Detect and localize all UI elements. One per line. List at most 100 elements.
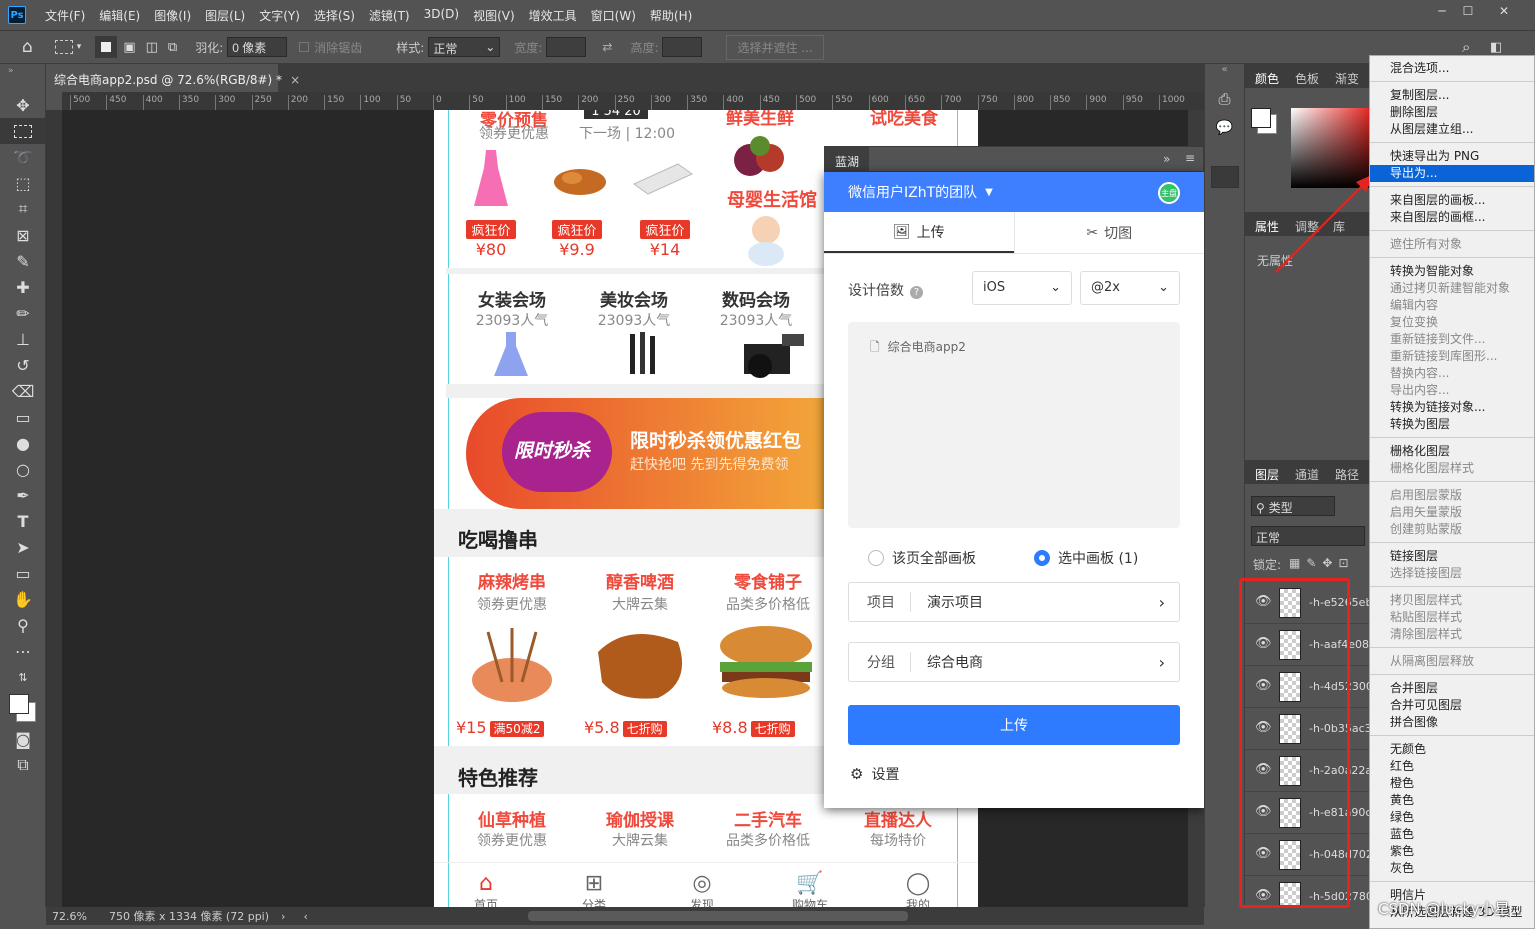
panel-menu-icon[interactable]: ≡ bbox=[1185, 151, 1195, 165]
collapse-icon[interactable]: « bbox=[1205, 64, 1244, 84]
lasso-tool-icon[interactable]: ➰ bbox=[0, 144, 46, 170]
context-menu-item[interactable]: 转换为智能对象 bbox=[1370, 263, 1534, 280]
context-menu-item[interactable]: 红色 bbox=[1370, 758, 1534, 775]
minimize-icon[interactable]: ─ bbox=[1432, 4, 1452, 20]
flash-sale-banner[interactable]: 限时秒杀 限时秒杀领优惠红包 赶快抢吧 先到先得免费领 bbox=[466, 398, 866, 509]
color-swatches[interactable] bbox=[0, 690, 46, 726]
context-menu-item[interactable]: 拼合图像 bbox=[1370, 714, 1534, 731]
food-title[interactable]: 零食铺子 bbox=[710, 568, 826, 593]
menu-item[interactable]: 选择(S) bbox=[307, 7, 362, 24]
scroll-left-icon[interactable]: ‹ bbox=[303, 910, 307, 923]
marquee-tool-icon[interactable] bbox=[0, 118, 46, 144]
group-selector[interactable]: 分组 综合电商 › bbox=[848, 642, 1180, 682]
collapse-icon[interactable]: » bbox=[0, 64, 45, 92]
menu-item[interactable]: 编辑(E) bbox=[92, 7, 147, 24]
context-menu-item[interactable]: 转换为图层 bbox=[1370, 416, 1534, 433]
menu-item[interactable]: 图像(I) bbox=[147, 7, 198, 24]
rec-title[interactable]: 直播达人 bbox=[838, 806, 958, 831]
menu-item[interactable]: 增效工具 bbox=[522, 7, 584, 24]
team-selector[interactable]: 微信用户IZhT的团队 ▼ 主盘 bbox=[824, 172, 1204, 212]
pen-tool-icon[interactable]: ✒ bbox=[0, 482, 46, 508]
intersect-selection-icon[interactable]: ⧉ bbox=[168, 40, 177, 55]
eyedropper-tool-icon[interactable]: ✎ bbox=[0, 248, 46, 274]
context-menu-item[interactable]: 紫色 bbox=[1370, 843, 1534, 860]
menu-item[interactable]: 文件(F) bbox=[38, 7, 92, 24]
file-item[interactable]: 🗋 综合电商app2 bbox=[870, 338, 966, 359]
feather-input[interactable] bbox=[227, 37, 288, 57]
tab-swatches[interactable]: 色板 bbox=[1295, 70, 1319, 87]
context-menu-item[interactable]: 黄色 bbox=[1370, 792, 1534, 809]
plugin-tab[interactable]: 蓝湖 bbox=[825, 147, 870, 173]
rectangle-tool-icon[interactable]: ▭ bbox=[0, 560, 46, 586]
context-menu-item[interactable]: 灰色 bbox=[1370, 860, 1534, 877]
nav-item[interactable]: 🛒 购物车 bbox=[780, 871, 840, 907]
width-input[interactable] bbox=[546, 37, 587, 57]
swap-icon[interactable]: ⇄ bbox=[602, 40, 612, 54]
menu-item[interactable]: 3D(D) bbox=[417, 7, 466, 24]
tab-color[interactable]: 颜色 bbox=[1255, 70, 1279, 87]
food-title[interactable]: 麻辣烤串 bbox=[454, 568, 570, 593]
height-input[interactable] bbox=[662, 37, 703, 57]
history-icon[interactable]: ⎙ bbox=[1205, 90, 1244, 108]
tab-gradient[interactable]: 渐变 bbox=[1335, 70, 1359, 87]
context-menu-item[interactable]: 转换为链接对象... bbox=[1370, 399, 1534, 416]
status-arrow-icon[interactable]: › bbox=[281, 910, 285, 923]
marquee-tool-icon[interactable] bbox=[54, 40, 73, 54]
layer-filter-select[interactable]: ⚲ 类型 bbox=[1251, 496, 1335, 516]
path-select-icon[interactable]: ➤ bbox=[0, 534, 46, 560]
close-tab-icon[interactable]: × bbox=[290, 73, 300, 87]
search-icon[interactable]: ⌕ bbox=[1462, 38, 1470, 56]
upload-button[interactable]: 上传 bbox=[848, 705, 1180, 745]
maximize-icon[interactable]: ☐ bbox=[1458, 4, 1478, 20]
menu-item[interactable]: 帮助(H) bbox=[643, 7, 699, 24]
panel-icon[interactable] bbox=[1211, 166, 1239, 188]
venue-title[interactable]: 数码会场 bbox=[696, 286, 816, 311]
context-menu-item[interactable]: 从图层建立组... bbox=[1370, 121, 1534, 138]
context-menu-item[interactable]: 导出为... bbox=[1370, 165, 1534, 182]
swap-colors-icon[interactable]: ⇅ bbox=[0, 664, 46, 690]
horizontal-scrollbar[interactable] bbox=[527, 911, 908, 921]
chevron-down-icon[interactable]: ▾ bbox=[77, 42, 82, 52]
food-title[interactable]: 醇香啤酒 bbox=[582, 568, 698, 593]
zoom-level[interactable]: 72.6% bbox=[52, 910, 87, 923]
frame-tool-icon[interactable]: ⊠ bbox=[0, 222, 46, 248]
quick-mask-icon[interactable]: ◙ bbox=[0, 726, 46, 752]
nav-item[interactable]: ⌂ 首页 bbox=[456, 871, 516, 907]
type-tool-icon[interactable]: T bbox=[0, 508, 46, 534]
menu-item[interactable]: 滤镜(T) bbox=[362, 7, 417, 24]
dodge-tool-icon[interactable]: ○ bbox=[0, 456, 46, 482]
venue-title[interactable]: 美妆会场 bbox=[574, 286, 694, 311]
context-menu-item[interactable]: 合并图层 bbox=[1370, 680, 1534, 697]
rec-title[interactable]: 仙草种植 bbox=[452, 806, 572, 831]
help-icon[interactable]: ? bbox=[910, 286, 923, 299]
context-menu-item[interactable]: 无颜色 bbox=[1370, 741, 1534, 758]
context-menu-item[interactable]: 链接图层 bbox=[1370, 548, 1534, 565]
foreground-swatch[interactable] bbox=[1251, 108, 1271, 128]
tab-layers[interactable]: 图层 bbox=[1255, 466, 1279, 483]
new-selection-icon[interactable] bbox=[95, 36, 118, 58]
subtract-selection-icon[interactable]: ◫ bbox=[146, 40, 158, 55]
context-menu-item[interactable]: 合并可见图层 bbox=[1370, 697, 1534, 714]
home-icon[interactable]: ⌂ bbox=[22, 37, 33, 57]
context-menu-item[interactable]: 删除图层 bbox=[1370, 104, 1534, 121]
tab-channels[interactable]: 通道 bbox=[1295, 466, 1319, 483]
platform-select[interactable]: iOS ⌄ bbox=[972, 271, 1072, 305]
context-menu-item[interactable]: 栅格化图层 bbox=[1370, 443, 1534, 460]
history-brush-icon[interactable]: ↺ bbox=[0, 352, 46, 378]
avatar[interactable]: 主盘 bbox=[1158, 182, 1180, 204]
tab-slice[interactable]: ✂ 切图 bbox=[1013, 212, 1205, 253]
eraser-tool-icon[interactable]: ⌫ bbox=[0, 378, 46, 404]
blend-mode-select[interactable]: 正常 bbox=[1251, 526, 1365, 546]
zoom-tool-icon[interactable]: ⚲ bbox=[0, 612, 46, 638]
document-tab[interactable]: 综合电商app2.psd @ 72.6%(RGB/8#) * × bbox=[46, 64, 300, 92]
healing-brush-icon[interactable]: ✚ bbox=[0, 274, 46, 300]
settings-link[interactable]: ⚙ 设置 bbox=[850, 764, 899, 784]
select-and-mask-button[interactable]: 选择并遮住 ... bbox=[726, 34, 824, 60]
workspace-icon[interactable]: ◧ bbox=[1490, 40, 1502, 55]
context-menu-item[interactable]: 来自图层的画框... bbox=[1370, 209, 1534, 226]
tab-upload[interactable]: 🖼 上传 bbox=[824, 212, 1014, 253]
blur-tool-icon[interactable]: ● bbox=[0, 430, 46, 456]
radio-selected-artboards[interactable]: 选中画板 (1) bbox=[1034, 548, 1138, 568]
context-menu-item[interactable]: 橙色 bbox=[1370, 775, 1534, 792]
move-tool-icon[interactable]: ✥ bbox=[0, 92, 46, 118]
